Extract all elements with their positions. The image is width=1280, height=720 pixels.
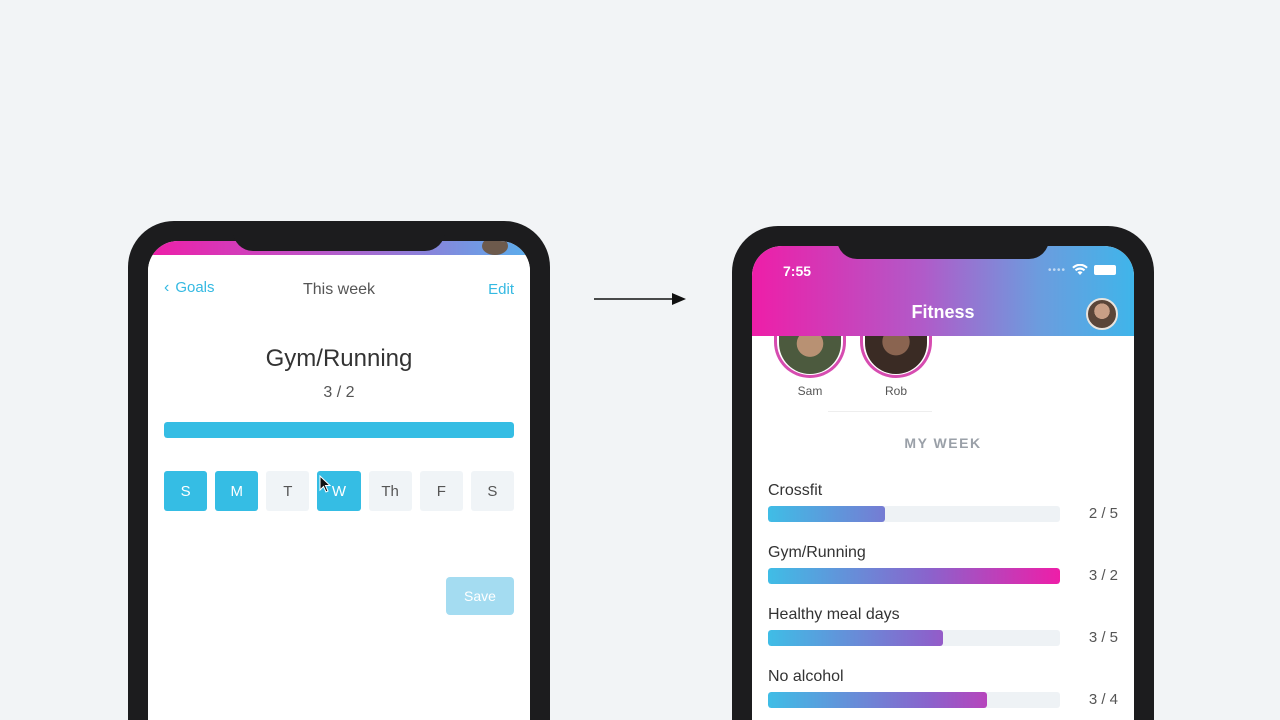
friend-name: Sam — [797, 384, 823, 398]
save-button[interactable]: Save — [446, 577, 514, 615]
goal-progress-fill — [768, 630, 944, 646]
day-toggle[interactable]: T — [266, 471, 310, 511]
fitness-screen: 7:55 •••• Fitness Sam Rob MY WEEK Crossfi… — [752, 246, 1134, 720]
goal-progress-fill — [768, 692, 987, 708]
nav-title: This week — [302, 281, 376, 298]
friend-name: Rob — [884, 384, 907, 398]
avatar — [482, 241, 508, 255]
day-toggle[interactable]: S — [470, 471, 514, 511]
goal-count: 2 / 5 — [1088, 505, 1118, 522]
fitness-header: 7:55 •••• Fitness — [752, 246, 1134, 336]
goal-row[interactable]: Crossfit 2 / 5 — [768, 482, 1118, 544]
battery-icon — [1094, 265, 1116, 275]
goal-row[interactable]: Healthy meal days 3 / 5 — [768, 606, 1118, 668]
day-toggle[interactable]: M — [215, 471, 259, 511]
goal-row[interactable]: Gym/Running 3 / 2 — [768, 544, 1118, 606]
goal-progress-bar — [164, 422, 514, 438]
my-week-list: Crossfit 2 / 5 Gym/Running 3 / 2 Healthy mea… — [768, 482, 1118, 720]
goal-label: No alcohol — [768, 668, 844, 685]
wifi-icon — [1072, 264, 1088, 275]
divider — [828, 411, 932, 412]
avatar-image — [865, 336, 927, 374]
day-toggle[interactable]: S — [164, 471, 208, 511]
goal-count: 3 / 4 — [1088, 691, 1118, 708]
day-selector: S M T W Th F S — [164, 471, 514, 511]
profile-avatar[interactable] — [1086, 298, 1118, 330]
arrow-right-icon — [594, 293, 686, 305]
avatar — [774, 336, 846, 378]
goal-count: 3 / 5 — [1088, 629, 1118, 646]
goal-progress-bar — [768, 630, 1060, 646]
page-title: Fitness — [911, 302, 975, 322]
status-time: 7:55 — [783, 263, 812, 279]
goal-count: 3 / 2 — [1088, 567, 1118, 584]
nav-bar: ‹ Goals This week Edit — [148, 255, 530, 309]
friend-item[interactable]: Sam — [774, 336, 846, 398]
goal-progress-bar — [768, 692, 1060, 708]
goal-progress-fill — [768, 506, 885, 522]
friends-row: Sam Rob — [774, 336, 932, 398]
status-icons: •••• — [1048, 264, 1116, 276]
phone-notch — [233, 221, 445, 251]
day-toggle[interactable]: Th — [368, 471, 412, 511]
goal-row[interactable]: No alcohol 3 / 4 — [768, 668, 1118, 720]
friend-item[interactable]: Rob — [860, 336, 932, 398]
avatar — [860, 336, 932, 378]
goal-progress-fill — [164, 422, 514, 438]
avatar-image — [779, 336, 841, 374]
goal-count: 3 / 2 — [323, 384, 355, 401]
phone-frame-left: ‹ Goals This week Edit Gym/Running 3 / 2… — [128, 221, 550, 720]
section-title: MY WEEK — [904, 435, 982, 451]
phone-frame-right: 7:55 •••• Fitness Sam Rob MY WEEK Crossfi… — [732, 226, 1154, 720]
goal-detail-screen: ‹ Goals This week Edit Gym/Running 3 / 2… — [148, 241, 530, 720]
day-toggle[interactable]: F — [419, 471, 463, 511]
mouse-cursor-icon — [319, 475, 331, 493]
phone-notch — [837, 226, 1049, 259]
goal-title: Gym/Running — [265, 345, 413, 372]
signal-icon: •••• — [1047, 264, 1066, 276]
goal-label: Healthy meal days — [768, 606, 900, 623]
edit-button[interactable]: Edit — [488, 281, 514, 298]
goal-label: Crossfit — [768, 482, 823, 499]
goal-label: Gym/Running — [768, 544, 866, 561]
goal-progress-bar — [768, 568, 1060, 584]
goal-progress-bar — [768, 506, 1060, 522]
goal-progress-fill — [768, 568, 1060, 584]
